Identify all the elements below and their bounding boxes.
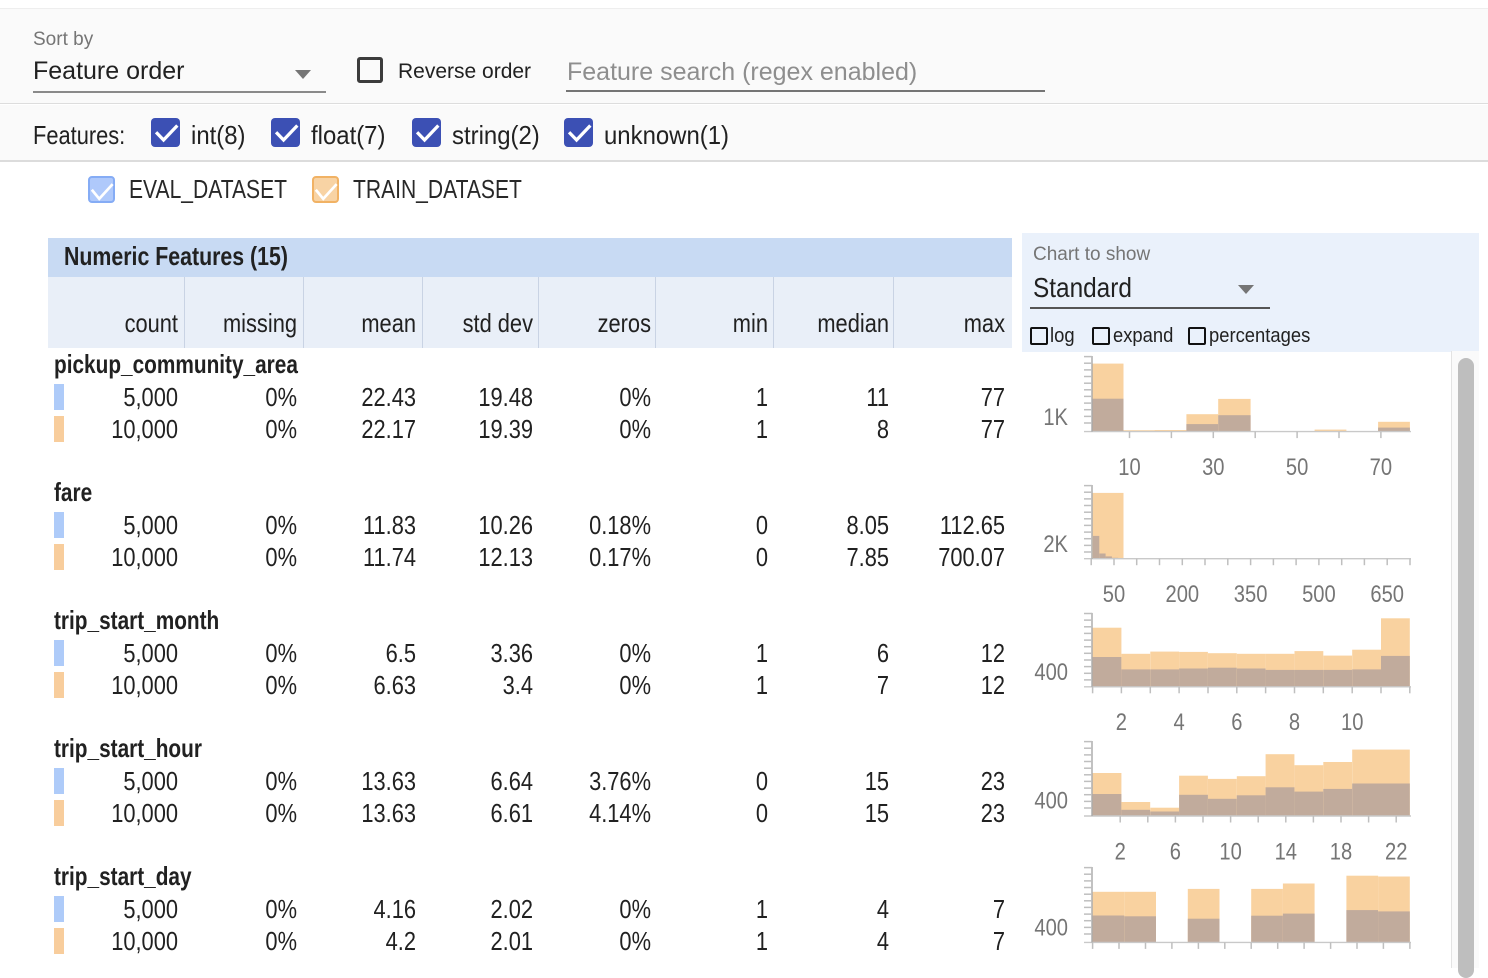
- svg-text:6: 6: [1231, 708, 1242, 735]
- svg-text:400: 400: [1034, 787, 1068, 814]
- svg-text:2: 2: [1115, 838, 1126, 865]
- svg-text:400: 400: [1034, 658, 1068, 685]
- svg-text:30: 30: [1202, 453, 1224, 480]
- svg-text:200: 200: [1165, 580, 1199, 607]
- svg-text:10: 10: [1118, 453, 1140, 480]
- svg-text:1K: 1K: [1043, 403, 1068, 430]
- svg-text:10: 10: [1341, 708, 1363, 735]
- svg-text:8: 8: [1289, 708, 1300, 735]
- svg-text:650: 650: [1370, 580, 1404, 607]
- svg-text:6: 6: [1170, 838, 1181, 865]
- svg-text:400: 400: [1034, 914, 1068, 941]
- svg-text:14: 14: [1275, 838, 1297, 865]
- svg-text:22: 22: [1385, 838, 1407, 865]
- svg-text:70: 70: [1370, 453, 1392, 480]
- svg-text:350: 350: [1234, 580, 1268, 607]
- svg-text:50: 50: [1286, 453, 1308, 480]
- svg-text:500: 500: [1302, 580, 1336, 607]
- svg-text:18: 18: [1330, 838, 1352, 865]
- svg-text:10: 10: [1219, 838, 1241, 865]
- svg-text:2K: 2K: [1043, 530, 1068, 557]
- svg-text:50: 50: [1103, 580, 1125, 607]
- svg-text:4: 4: [1173, 708, 1184, 735]
- svg-text:2: 2: [1116, 708, 1127, 735]
